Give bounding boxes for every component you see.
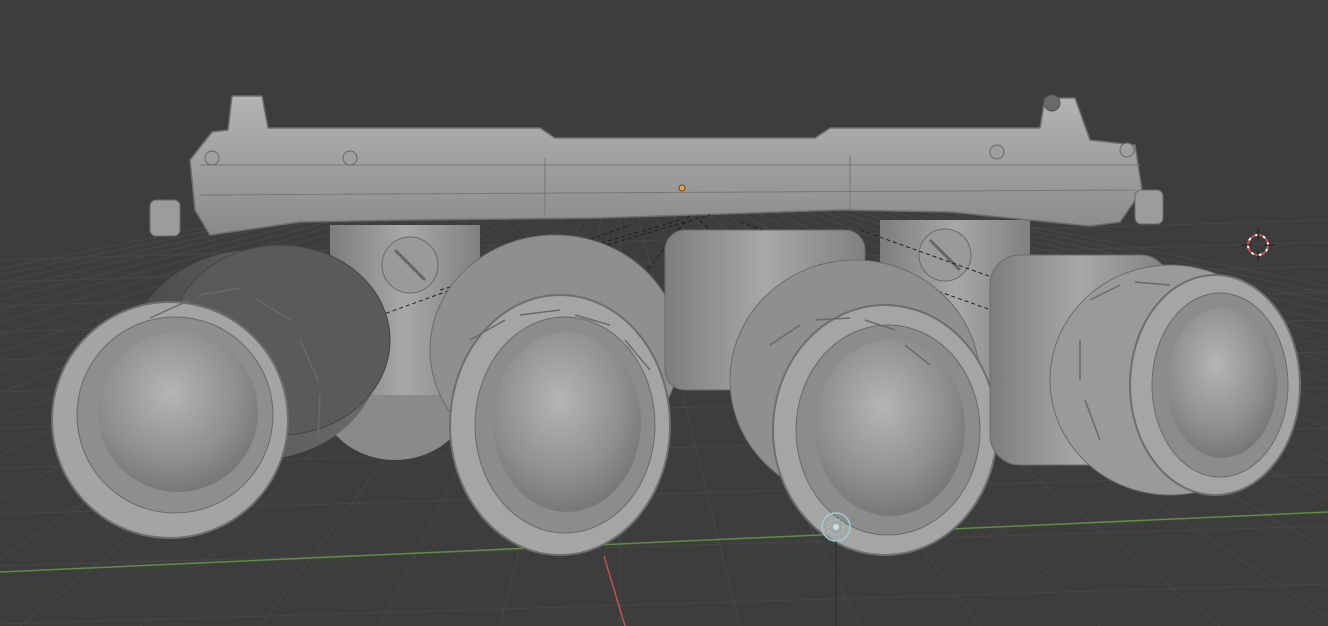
origin-dot-icon (678, 184, 686, 192)
tube-far-right (989, 254, 1301, 496)
3d-viewport[interactable] (0, 0, 1328, 626)
